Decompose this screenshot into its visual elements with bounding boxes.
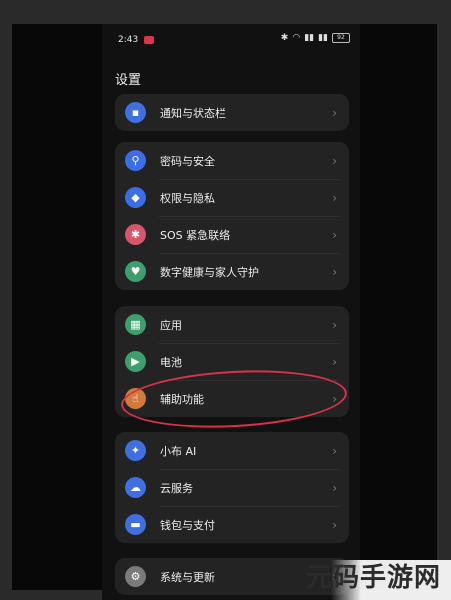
- settings-group-security: ⚲ 密码与安全 › ◆ 权限与隐私 › ✱ SOS 紧急联络 › ♥ 数字健康与…: [115, 142, 349, 290]
- settings-item-notifications[interactable]: ▪ 通知与状态栏 ›: [115, 94, 349, 131]
- status-bar: 2:43 ✱ ◠ ▮▮ ▮▮ 92: [102, 24, 360, 56]
- asterisk-icon: ✱: [125, 224, 146, 245]
- chevron-right-icon: ›: [332, 317, 337, 332]
- bluetooth-icon: ✱: [280, 33, 289, 43]
- wallet-icon: ▬: [125, 514, 146, 535]
- gear-icon: ⚙: [125, 566, 146, 587]
- key-icon: ⚲: [125, 150, 146, 171]
- apps-grid-icon: ▦: [125, 314, 146, 335]
- settings-item-label: 密码与安全: [160, 154, 215, 168]
- chevron-right-icon: ›: [332, 264, 337, 279]
- settings-item-apps[interactable]: ▦ 应用 ›: [115, 306, 349, 343]
- settings-item-label: 钱包与支付: [160, 518, 215, 532]
- shield-icon: ◆: [125, 187, 146, 208]
- chevron-right-icon: ›: [332, 105, 337, 120]
- chevron-right-icon: ›: [332, 480, 337, 495]
- settings-item-label: 权限与隐私: [160, 191, 215, 205]
- settings-item-assistant[interactable]: ✦ 小布 AI ›: [115, 432, 349, 469]
- status-time: 2:43: [118, 35, 139, 45]
- settings-item-cloud[interactable]: ☁ 云服务 ›: [115, 469, 349, 506]
- settings-item-password-security[interactable]: ⚲ 密码与安全 ›: [115, 142, 349, 179]
- notification-icon: ▪: [125, 102, 146, 123]
- cloud-icon: ☁: [125, 477, 146, 498]
- settings-item-digital-wellbeing[interactable]: ♥ 数字健康与家人守护 ›: [115, 253, 349, 290]
- settings-item-label: 电池: [160, 355, 182, 369]
- battery-indicator: 92: [332, 33, 350, 43]
- battery-icon: ▶: [125, 351, 146, 372]
- settings-item-sos[interactable]: ✱ SOS 紧急联络 ›: [115, 216, 349, 253]
- signal-icon-1: ▮▮: [304, 33, 315, 43]
- assistant-icon: ✦: [125, 440, 146, 461]
- settings-item-label: 小布 AI: [160, 444, 197, 458]
- settings-item-label: 数字健康与家人守护: [160, 265, 259, 279]
- chevron-right-icon: ›: [332, 227, 337, 242]
- chevron-right-icon: ›: [332, 517, 337, 532]
- settings-item-label: 应用: [160, 318, 182, 332]
- chevron-right-icon: ›: [332, 153, 337, 168]
- chevron-right-icon: ›: [332, 354, 337, 369]
- phone-screen: 2:43 ✱ ◠ ▮▮ ▮▮ 92 设置 ▪ 通知与状态栏 › ⚲ 密码与安全 …: [102, 24, 360, 600]
- signal-icon-2: ▮▮: [318, 33, 328, 43]
- settings-item-label: 通知与状态栏: [160, 106, 226, 120]
- wifi-icon: ◠: [292, 33, 301, 43]
- settings-item-wallet[interactable]: ▬ 钱包与支付 ›: [115, 506, 349, 543]
- family-icon: ♥: [125, 261, 146, 282]
- watermark-text: 元码手游网: [305, 563, 441, 593]
- settings-item-label: 云服务: [160, 481, 193, 495]
- settings-group-services: ✦ 小布 AI › ☁ 云服务 › ▬ 钱包与支付 ›: [115, 432, 349, 543]
- settings-item-permissions-privacy[interactable]: ◆ 权限与隐私 ›: [115, 179, 349, 216]
- chevron-right-icon: ›: [332, 443, 337, 458]
- app-notification-icon: [144, 36, 154, 44]
- chevron-right-icon: ›: [332, 190, 337, 205]
- settings-item-label: SOS 紧急联络: [160, 228, 231, 242]
- settings-group-notifications: ▪ 通知与状态栏 ›: [115, 94, 349, 131]
- page-title: 设置: [115, 73, 142, 88]
